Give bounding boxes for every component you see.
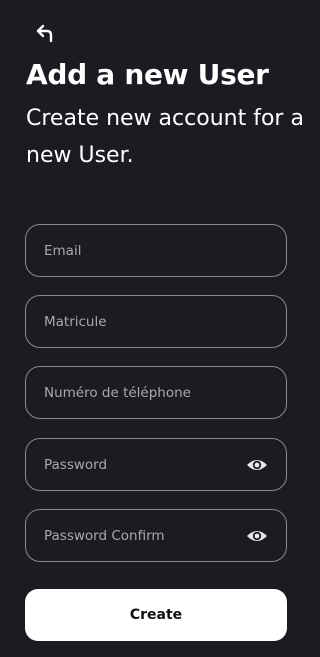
create-button-label: Create — [129, 607, 183, 623]
password-placeholder: Password — [44, 456, 108, 473]
password-confirm-field[interactable]: Password Confirm — [25, 509, 287, 562]
email-field[interactable]: Email — [25, 224, 287, 277]
matricule-placeholder: Matricule — [44, 313, 107, 330]
create-button[interactable]: Create — [25, 589, 287, 641]
email-placeholder: Email — [44, 242, 82, 259]
page-title: Add a new User — [26, 58, 269, 91]
eye-icon[interactable] — [246, 457, 268, 473]
password-confirm-placeholder: Password Confirm — [44, 527, 165, 544]
page-subtitle: Create new account for a new User. — [26, 106, 304, 168]
phone-field[interactable]: Numéro de téléphone — [25, 366, 287, 419]
password-field[interactable]: Password — [25, 438, 287, 491]
phone-placeholder: Numéro de téléphone — [44, 384, 191, 401]
eye-icon[interactable] — [246, 528, 268, 544]
back-arrow-icon — [35, 23, 57, 47]
back-button[interactable] — [32, 22, 60, 48]
matricule-field[interactable]: Matricule — [25, 295, 287, 348]
